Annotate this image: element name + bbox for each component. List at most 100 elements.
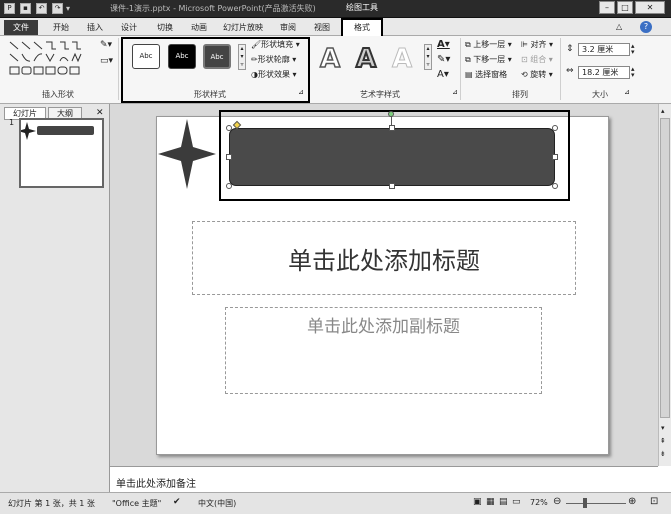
align-label: 对齐 xyxy=(530,40,547,49)
shape-width-field[interactable]: 18.2 厘米 xyxy=(578,66,630,79)
slide-thumbnail[interactable] xyxy=(18,118,104,188)
size-dialog-launcher-icon[interactable]: ⊿ xyxy=(624,88,630,96)
bring-forward-button[interactable]: ⧉ 上移一层 ▾ xyxy=(465,39,512,50)
next-slide-icon[interactable]: ⇟ xyxy=(660,450,666,458)
scroll-thumb[interactable] xyxy=(660,118,670,418)
wordart-outline-style[interactable]: A xyxy=(319,43,341,75)
fit-to-window-icon[interactable]: ⊡ xyxy=(650,496,658,507)
title-placeholder[interactable]: 单击此处添加标题 xyxy=(192,221,576,295)
spellcheck-icon[interactable]: ✔ xyxy=(173,497,181,507)
ribbon-collapse-icon[interactable]: △ xyxy=(616,22,622,31)
selection-pane-button[interactable]: ▤ 选择窗格 xyxy=(465,69,507,80)
send-backward-button[interactable]: ⧉ 下移一层 ▾ xyxy=(465,54,512,65)
tab-review[interactable]: 审阅 xyxy=(274,20,302,35)
resize-handle[interactable] xyxy=(552,125,558,131)
tab-view[interactable]: 视图 xyxy=(308,20,336,35)
rounded-rectangle-shape[interactable] xyxy=(229,128,555,186)
edit-shape-icon[interactable]: ✎▾ xyxy=(100,40,112,50)
tab-home[interactable]: 开始 xyxy=(46,20,76,35)
tab-file[interactable]: 文件 xyxy=(4,20,38,35)
zoom-slider-thumb[interactable] xyxy=(583,498,587,508)
previous-slide-icon[interactable]: ⇞ xyxy=(660,437,666,445)
vertical-scrollbar[interactable]: ▴ ▾ ⇞ ⇟ xyxy=(658,104,671,466)
group-divider xyxy=(460,38,461,100)
text-fill-icon[interactable]: A▾ xyxy=(437,39,450,50)
shape-height-field[interactable]: 3.2 厘米 xyxy=(578,43,630,56)
minimize-icon[interactable]: – xyxy=(599,1,615,14)
slide-sorter-view-icon[interactable]: ▦ xyxy=(486,497,495,507)
help-icon[interactable]: ? xyxy=(640,21,652,33)
undo-icon[interactable]: ↶ xyxy=(36,3,47,14)
wordart-fill-style[interactable]: A xyxy=(355,43,377,75)
maximize-icon[interactable]: □ xyxy=(617,1,633,14)
width-spinner[interactable]: ▴ ▾ xyxy=(631,66,635,79)
normal-view-icon[interactable]: ▣ xyxy=(473,497,482,507)
height-spinner[interactable]: ▴ ▾ xyxy=(631,43,635,56)
shapes-gallery-icons xyxy=(9,41,82,75)
group-button[interactable]: ⊡ 组合 ▾ xyxy=(521,54,553,65)
size-group-label: 大小 xyxy=(592,90,608,99)
height-icon: ⇕ xyxy=(566,44,574,54)
language-indicator[interactable]: 中文(中国) xyxy=(198,498,236,509)
shape-effects-button[interactable]: ◑形状效果 ▾ xyxy=(251,69,297,80)
style-button-light[interactable]: Abc xyxy=(132,44,160,69)
group-label: 组合 xyxy=(530,55,547,64)
tab-animations[interactable]: 动画 xyxy=(184,20,214,35)
resize-handle[interactable] xyxy=(226,183,232,189)
rotate-button[interactable]: ⟲ 旋转 ▾ xyxy=(521,69,553,80)
zoom-out-icon[interactable]: ⊖ xyxy=(553,496,561,507)
dialog-launcher-icon[interactable]: ⊿ xyxy=(298,88,304,96)
text-effects-icon[interactable]: A▾ xyxy=(437,69,449,80)
redo-icon[interactable]: ↷ xyxy=(52,3,63,14)
slide-number: 1 xyxy=(9,118,15,127)
align-icon: ⊫ xyxy=(521,40,531,49)
tab-insert[interactable]: 插入 xyxy=(80,20,110,35)
zoom-slider[interactable] xyxy=(566,503,626,504)
style-button-dark[interactable]: Abc xyxy=(168,44,196,69)
resize-handle[interactable] xyxy=(389,183,395,189)
wordart-gallery-scroll[interactable]: ▴ ▾ ▿ xyxy=(424,44,432,70)
shape-outline-label: 形状轮廓 xyxy=(257,55,290,64)
selection-pane-icon: ▤ xyxy=(465,70,476,79)
scroll-down-icon[interactable]: ▾ xyxy=(661,424,665,432)
align-button[interactable]: ⊫ 对齐 ▾ xyxy=(521,39,553,50)
text-box-icon[interactable]: ▭▾ xyxy=(100,56,113,66)
paint-bucket-icon: 🖌 xyxy=(251,40,262,49)
zoom-in-icon[interactable]: ⊕ xyxy=(628,496,636,507)
save-icon[interactable]: ▪ xyxy=(20,3,31,14)
pane-close-icon[interactable]: ✕ xyxy=(96,108,104,118)
close-icon[interactable]: ✕ xyxy=(635,1,665,14)
tab-transitions[interactable]: 切换 xyxy=(150,20,180,35)
tab-design[interactable]: 设计 xyxy=(114,20,144,35)
shape-fill-button[interactable]: 🖌形状填充 ▾ xyxy=(251,39,300,50)
arrange-group-label: 排列 xyxy=(512,90,528,99)
subtitle-placeholder[interactable]: 单击此处添加副标题 xyxy=(225,307,542,394)
group-divider xyxy=(560,38,561,100)
powerpoint-app-icon[interactable]: P xyxy=(4,3,15,14)
style-button-selected[interactable]: Abc xyxy=(203,44,231,69)
tab-slideshow[interactable]: 幻灯片放映 xyxy=(220,20,266,35)
resize-handle[interactable] xyxy=(552,183,558,189)
resize-handle[interactable] xyxy=(226,154,232,160)
text-outline-icon[interactable]: ✎▾ xyxy=(437,54,450,65)
resize-handle[interactable] xyxy=(389,125,395,131)
scroll-up-icon[interactable]: ▴ xyxy=(661,107,665,115)
reading-view-icon[interactable]: ▤ xyxy=(499,497,508,507)
shapes-gallery[interactable] xyxy=(8,40,96,80)
rotate-handle[interactable] xyxy=(388,111,394,117)
four-point-star-shape[interactable] xyxy=(156,117,218,191)
thumbnail-preview xyxy=(18,122,94,140)
wordart-light-style[interactable]: A xyxy=(391,44,412,75)
wordart-dialog-launcher-icon[interactable]: ⊿ xyxy=(452,88,458,96)
resize-handle[interactable] xyxy=(226,125,232,131)
shape-outline-button[interactable]: ✏形状轮廓 ▾ xyxy=(251,54,296,65)
notes-pane[interactable]: 单击此处添加备注 xyxy=(110,466,658,492)
tab-format[interactable]: 格式 xyxy=(341,18,383,37)
resize-handle[interactable] xyxy=(552,154,558,160)
slide-info: 幻灯片 第 1 张，共 1 张 xyxy=(8,499,95,508)
style-gallery-scroll[interactable]: ▴ ▾ ▿ xyxy=(238,44,246,70)
zoom-level[interactable]: 72% xyxy=(530,498,548,507)
slideshow-view-icon[interactable]: ▭ xyxy=(512,497,521,507)
quick-access-dropdown-icon[interactable]: ▾ xyxy=(66,4,70,13)
send-backward-label: 下移一层 xyxy=(473,55,506,64)
